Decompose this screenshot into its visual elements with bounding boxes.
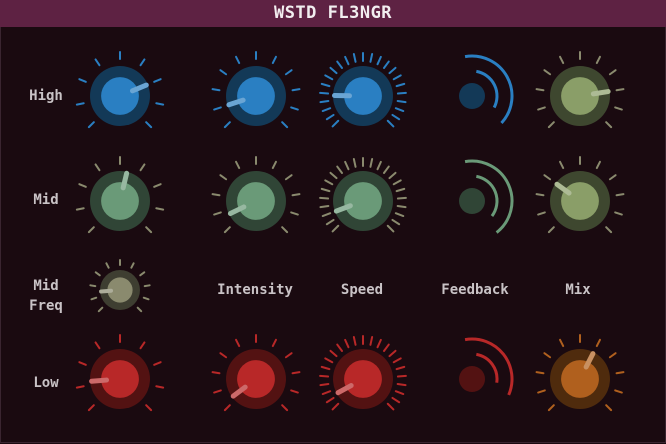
- feedback-low-indicator[interactable]: [459, 337, 514, 396]
- high-eq-knob[interactable]: [75, 51, 165, 129]
- high-intensity-knob[interactable]: [211, 51, 301, 129]
- feedback-high-indicator[interactable]: [459, 54, 514, 125]
- knob-layer: [75, 51, 625, 412]
- low-speed-knob[interactable]: [319, 335, 407, 411]
- mid-speed-knob[interactable]: [319, 157, 407, 233]
- mid-intensity-knob[interactable]: [211, 156, 301, 234]
- low-eq-knob[interactable]: [75, 334, 165, 412]
- low-mix-knob[interactable]: [535, 334, 625, 412]
- mid-mix-knob[interactable]: [535, 156, 625, 234]
- high-mix-knob[interactable]: [535, 51, 625, 129]
- mid-freq-knob[interactable]: [89, 259, 151, 313]
- low-intensity-knob[interactable]: [211, 334, 301, 412]
- mid-eq-knob[interactable]: [75, 156, 165, 234]
- high-speed-knob[interactable]: [319, 52, 407, 128]
- feedback-mid-indicator[interactable]: [459, 159, 514, 234]
